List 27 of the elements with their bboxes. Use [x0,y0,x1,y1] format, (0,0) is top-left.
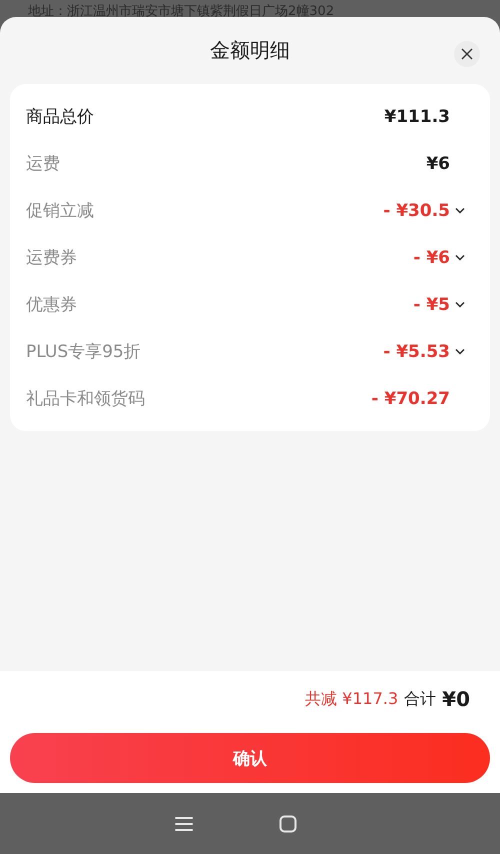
price-amount: - ¥6 [413,248,450,268]
chevron-down-icon[interactable] [455,348,465,355]
price-label: 优惠券 [26,294,78,316]
close-icon [461,48,473,60]
price-label: 运费券 [26,247,78,269]
price-amount: ¥6 [426,154,450,174]
price-amount: ¥111.3 [384,106,450,126]
price-label: 促销立减 [26,200,95,222]
total-amount: ¥0 [442,687,470,711]
price-label: 商品总价 [26,106,95,128]
home-icon[interactable] [279,814,297,832]
menu-icon[interactable] [175,816,193,832]
price-amount: - ¥30.5 [383,200,450,220]
chevron-down-icon[interactable] [455,254,465,261]
total-label: 合计 [404,688,436,710]
price-label: 礼品卡和领货码 [26,388,146,410]
price-label: 运费 [26,153,61,175]
close-button[interactable] [454,41,480,67]
price-amount: - ¥70.27 [371,388,450,408]
sheet-title: 金额明细 [210,37,290,64]
confirm-button[interactable]: 确认 [10,733,490,783]
price-amount: - ¥5 [413,294,450,314]
chevron-down-icon[interactable] [455,301,465,308]
price-label: PLUS专享95折 [26,341,142,363]
saved-amount: 共减 ¥117.3 [305,688,398,710]
chevron-down-icon[interactable] [455,207,465,214]
price-amount: - ¥5.53 [383,342,450,362]
